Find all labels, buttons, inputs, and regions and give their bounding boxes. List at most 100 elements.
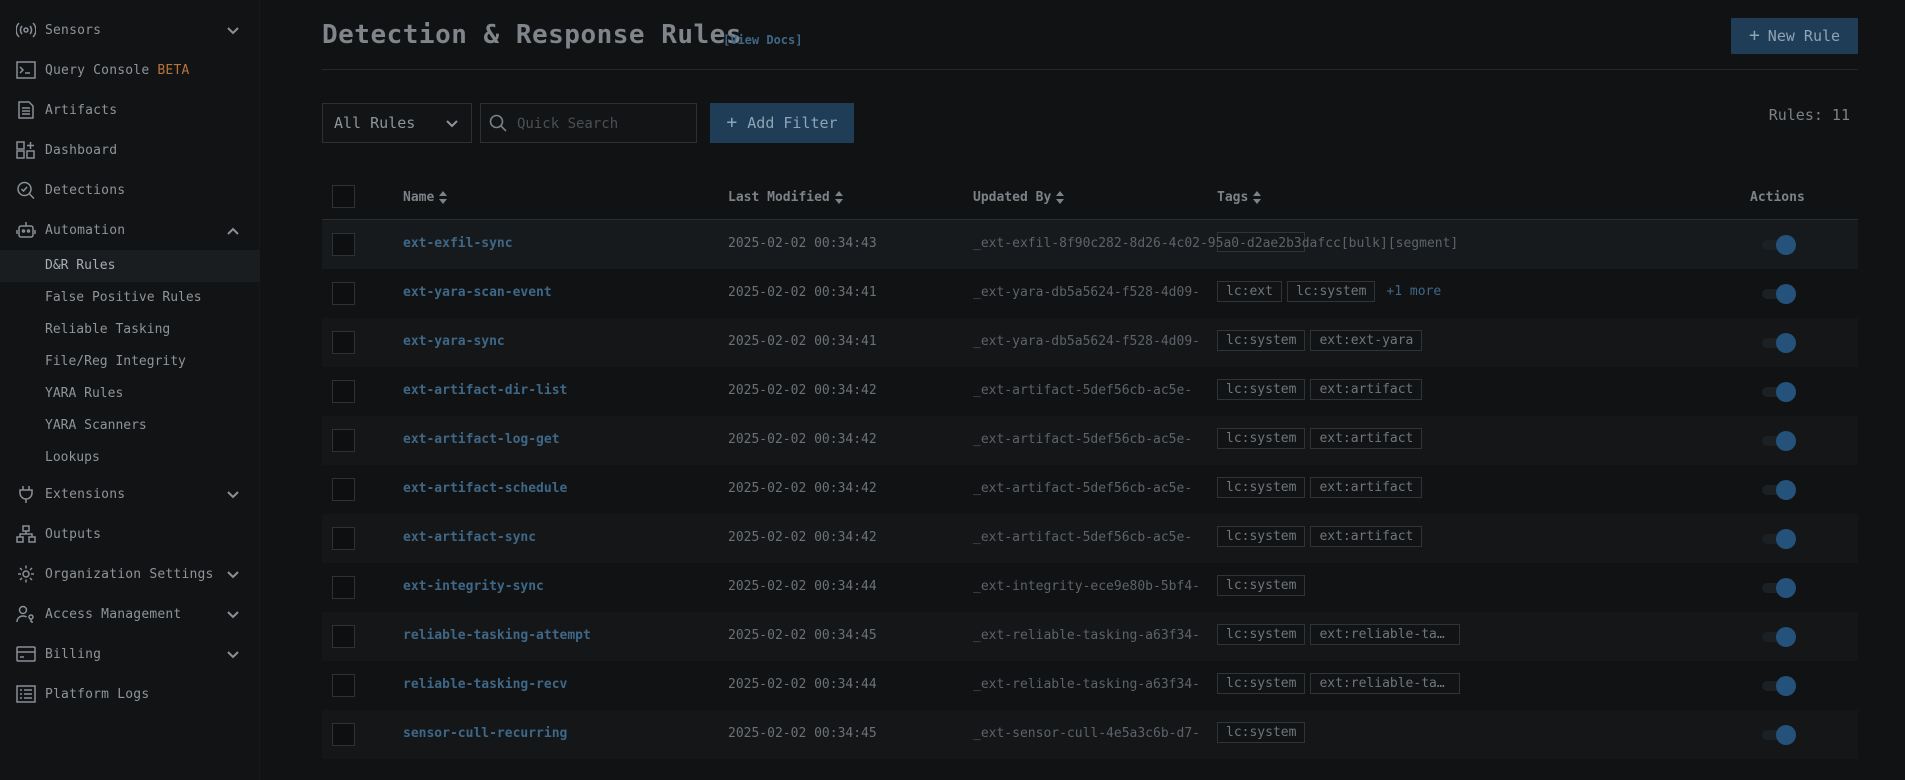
rule-enabled-toggle[interactable] [1762, 382, 1796, 402]
rule-name-link[interactable]: ext-yara-scan-event [403, 285, 552, 300]
tag-chip: lc:system [1217, 673, 1306, 694]
rule-enabled-toggle[interactable] [1762, 529, 1796, 549]
table-row[interactable]: ext-artifact-sync 2025-02-02 00:34:42 _e… [322, 514, 1858, 563]
rule-enabled-toggle[interactable] [1762, 578, 1796, 598]
rule-name-link[interactable]: ext-artifact-schedule [403, 481, 567, 496]
sidebar-subitem-yara-scanners[interactable]: YARA Scanners [0, 410, 260, 442]
rule-enabled-toggle[interactable] [1762, 333, 1796, 353]
rule-name-link[interactable]: ext-artifact-dir-list [403, 383, 567, 398]
table-row[interactable]: ext-exfil-sync 2025-02-02 00:34:43 _ext-… [322, 220, 1858, 269]
row-checkbox[interactable] [332, 723, 355, 746]
table-row[interactable]: reliable-tasking-attempt 2025-02-02 00:3… [322, 612, 1858, 661]
chevron-down-icon[interactable] [226, 607, 240, 621]
sidebar-item-platform-logs[interactable]: Platform Logs [0, 678, 260, 710]
sidebar-item-detections[interactable]: Detections [0, 174, 260, 206]
sidebar-item-organization-settings[interactable]: Organization Settings [0, 558, 260, 590]
sidebar-item-label: Outputs [45, 526, 102, 542]
rule-name-link[interactable]: ext-artifact-sync [403, 530, 536, 545]
row-checkbox[interactable] [332, 674, 355, 697]
table-row[interactable]: sensor-cull-recurring 2025-02-02 00:34:4… [322, 710, 1858, 759]
rule-name-link[interactable]: ext-yara-sync [403, 334, 505, 349]
rule-name-link[interactable]: sensor-cull-recurring [403, 726, 567, 741]
rule-enabled-toggle[interactable] [1762, 284, 1796, 304]
rule-enabled-toggle[interactable] [1762, 480, 1796, 500]
sidebar-subitem-file-reg-integrity[interactable]: File/Reg Integrity [0, 346, 260, 378]
table-row[interactable]: ext-yara-sync 2025-02-02 00:34:41 _ext-y… [322, 318, 1858, 367]
column-tags[interactable]: Tags [1217, 190, 1262, 205]
sidebar-item-sensors[interactable]: Sensors [0, 14, 260, 46]
row-checkbox[interactable] [332, 625, 355, 648]
chevron-up-icon[interactable] [226, 223, 240, 237]
updated-by: _ext-integrity-ece9e80b-5bf4- [973, 579, 1200, 594]
sidebar-subitem-reliable-tasking[interactable]: Reliable Tasking [0, 314, 260, 346]
sidebar-item-automation[interactable]: Automation [0, 214, 260, 246]
rule-name-link[interactable]: reliable-tasking-recv [403, 677, 567, 692]
rule-name-link[interactable]: ext-integrity-sync [403, 579, 544, 594]
row-checkbox[interactable] [332, 576, 355, 599]
sidebar-subitem-lookups[interactable]: Lookups [0, 442, 260, 474]
row-checkbox[interactable] [332, 331, 355, 354]
new-rule-button[interactable]: + New Rule [1731, 18, 1858, 54]
rule-enabled-toggle[interactable] [1762, 627, 1796, 647]
chevron-down-icon[interactable] [226, 647, 240, 661]
tag-chip: lc:system [1217, 575, 1306, 596]
sidebar-subitem-dr-rules[interactable]: D&R Rules [0, 250, 260, 282]
main-content: Detection & Response Rules [View Docs] +… [322, 0, 1858, 780]
chevron-down-icon[interactable] [226, 567, 240, 581]
column-label: Last Modified [728, 190, 830, 205]
chevron-down-icon[interactable] [226, 23, 240, 37]
row-checkbox[interactable] [332, 478, 355, 501]
more-tags-link[interactable]: +1 more [1386, 284, 1441, 299]
rule-name-link[interactable]: reliable-tasking-attempt [403, 628, 591, 643]
table-row[interactable]: reliable-tasking-recv 2025-02-02 00:34:4… [322, 661, 1858, 710]
table-row[interactable]: ext-artifact-log-get 2025-02-02 00:34:42… [322, 416, 1858, 465]
toggle-knob [1776, 333, 1796, 353]
rule-enabled-toggle[interactable] [1762, 235, 1796, 255]
row-checkbox[interactable] [332, 380, 355, 403]
select-all-checkbox[interactable] [332, 185, 355, 208]
plus-icon: + [1748, 25, 1760, 46]
tag-list: lc:system ext:reliable-tas… [1217, 673, 1461, 694]
quick-search-input[interactable] [517, 112, 687, 136]
rule-name-link[interactable]: ext-artifact-log-get [403, 432, 560, 447]
column-name[interactable]: Name [403, 190, 448, 205]
tag-list: lc:system ext:artifact [1217, 477, 1423, 498]
last-modified: 2025-02-02 00:34:41 [728, 285, 877, 300]
row-checkbox[interactable] [332, 429, 355, 452]
table-row[interactable]: ext-integrity-sync 2025-02-02 00:34:44 _… [322, 563, 1858, 612]
plus-icon: + [726, 112, 738, 133]
sidebar-item-label: Extensions [45, 486, 126, 502]
updated-by: _ext-artifact-5def56cb-ac5e- [973, 481, 1193, 496]
sidebar-item-outputs[interactable]: Outputs [0, 518, 260, 550]
sidebar-item-access-management[interactable]: Access Management [0, 598, 260, 630]
rule-enabled-toggle[interactable] [1762, 725, 1796, 745]
sidebar-item-dashboard[interactable]: Dashboard [0, 134, 260, 166]
sidebar-subitem-yara-rules[interactable]: YARA Rules [0, 378, 260, 410]
table-row[interactable]: ext-artifact-dir-list 2025-02-02 00:34:4… [322, 367, 1858, 416]
rule-name-link[interactable]: ext-exfil-sync [403, 236, 513, 251]
logs-icon [16, 685, 36, 703]
row-checkbox[interactable] [332, 527, 355, 550]
sidebar-subitem-false-positive-rules[interactable]: False Positive Rules [0, 282, 260, 314]
last-modified: 2025-02-02 00:34:42 [728, 530, 877, 545]
chevron-down-icon[interactable] [226, 487, 240, 501]
add-filter-label: Add Filter [747, 114, 838, 132]
quick-search-box[interactable] [480, 103, 697, 143]
sidebar-item-artifacts[interactable]: Artifacts [0, 94, 260, 126]
add-filter-button[interactable]: + Add Filter [710, 103, 854, 143]
row-checkbox[interactable] [332, 282, 355, 305]
rule-enabled-toggle[interactable] [1762, 431, 1796, 451]
table-row[interactable]: ext-yara-scan-event 2025-02-02 00:34:41 … [322, 269, 1858, 318]
toggle-knob [1776, 529, 1796, 549]
sidebar-item-extensions[interactable]: Extensions [0, 478, 260, 510]
tag-list: lc:system [1217, 722, 1306, 743]
table-row[interactable]: ext-artifact-schedule 2025-02-02 00:34:4… [322, 465, 1858, 514]
sidebar-item-query-console[interactable]: Query Console BETA [0, 54, 260, 86]
rules-filter-select[interactable]: All Rules [322, 103, 472, 143]
rule-enabled-toggle[interactable] [1762, 676, 1796, 696]
view-docs-link[interactable]: [View Docs] [723, 33, 802, 47]
column-last-modified[interactable]: Last Modified [728, 190, 844, 205]
sidebar-item-billing[interactable]: Billing [0, 638, 260, 670]
column-updated-by[interactable]: Updated By [973, 190, 1065, 205]
row-checkbox[interactable] [332, 233, 355, 256]
